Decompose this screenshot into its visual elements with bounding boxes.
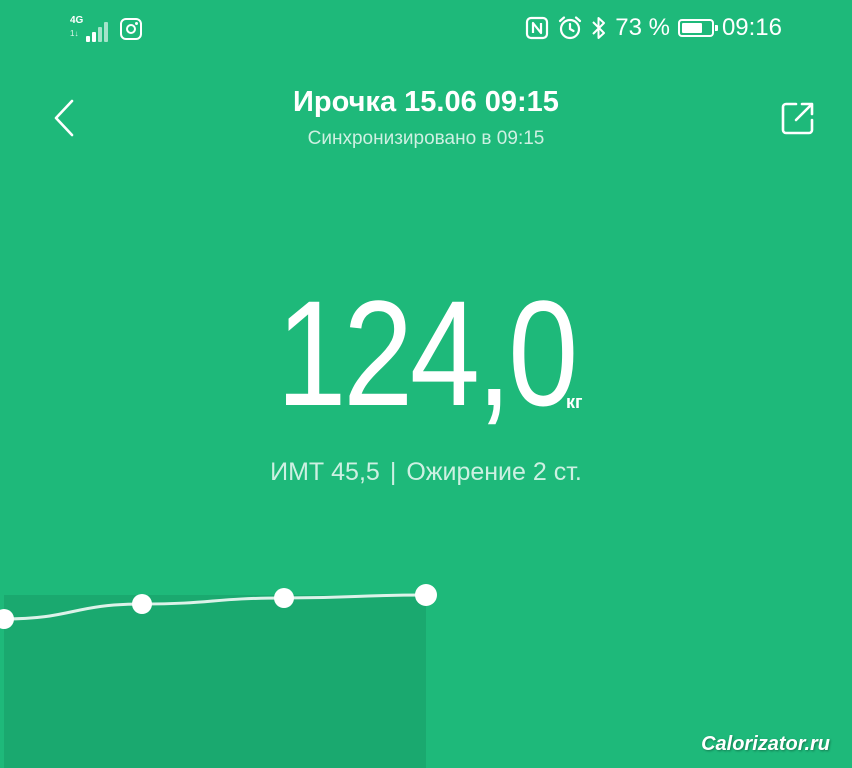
signal-icon: 4G 1↓: [70, 14, 110, 44]
bmi-value: ИМТ 45,5: [270, 458, 380, 486]
share-button[interactable]: [778, 96, 818, 140]
chart-point-4[interactable]: [415, 584, 437, 606]
bmi-separator: |: [389, 458, 397, 486]
watermark: Calorizator.ru: [701, 733, 830, 755]
chart-highlight-area: [4, 595, 426, 768]
page-title: Ирочка 15.06 09:15: [293, 86, 559, 118]
bmi-line: ИМТ 45,5 | Ожирение 2 ст.: [0, 458, 852, 487]
battery-percent: 73 %: [615, 14, 670, 41]
top-nav: Ирочка 15.06 09:15 Синхронизировано в 09…: [0, 80, 852, 160]
status-time: 09:16: [721, 14, 782, 41]
chart-point-2[interactable]: [132, 594, 152, 614]
network-type: 4G: [70, 15, 84, 26]
weight-unit: кг: [566, 392, 583, 412]
share-icon: [781, 102, 814, 135]
status-right: 73 % 09:16: [525, 14, 782, 42]
bluetooth-icon: [592, 17, 606, 39]
status-left: 4G 1↓: [70, 14, 142, 44]
weight-value: 124,0: [276, 269, 579, 437]
network-activity: 1↓: [70, 29, 79, 38]
status-bar: 4G 1↓ 73 % 09:16: [0, 0, 852, 64]
nfc-icon: [526, 16, 549, 40]
chart-point-3[interactable]: [274, 588, 294, 608]
weight-display: 124,0 кг: [0, 268, 852, 438]
alarm-icon: [559, 16, 582, 40]
instagram-icon: [120, 18, 142, 40]
bmi-category: Ожирение 2 ст.: [406, 458, 582, 486]
battery-icon: [677, 19, 718, 37]
sync-status: Синхронизировано в 09:15: [307, 128, 545, 149]
